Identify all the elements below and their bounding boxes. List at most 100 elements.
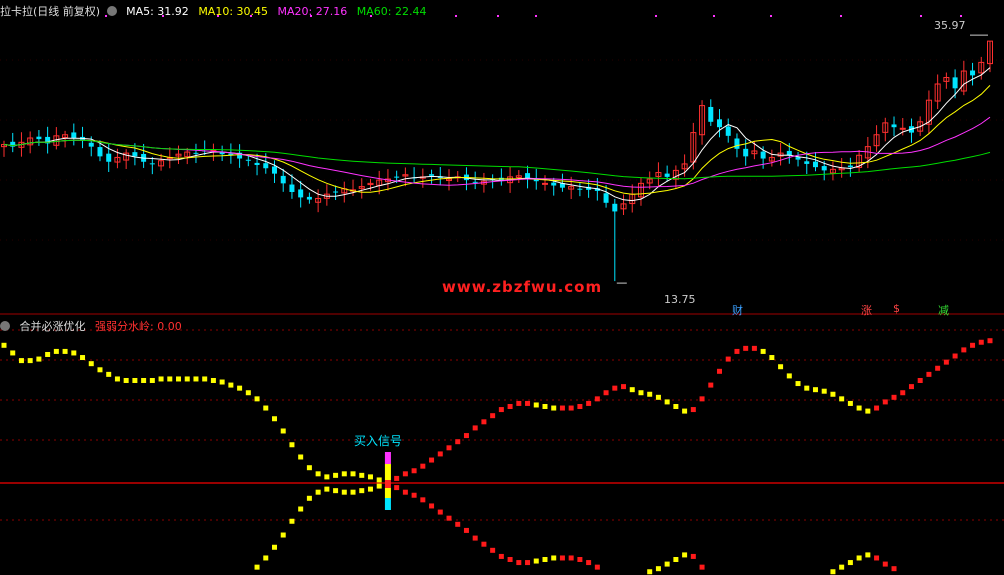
indicator-upper-dot [516, 400, 522, 406]
candle-body [149, 163, 155, 165]
indicator-upper-dot [708, 382, 714, 388]
indicator-lower-dot [542, 557, 548, 562]
indicator-upper-dot [254, 396, 260, 402]
indicator-lower-dot [376, 483, 382, 489]
indicator-upper-dot [106, 371, 112, 377]
indicator-upper-dot [97, 367, 103, 373]
candle-body [97, 147, 103, 157]
indicator-upper-dot [324, 474, 330, 480]
indicator-lower-dot [498, 553, 504, 559]
event-marker [535, 15, 537, 17]
indicator-lower-dot [690, 553, 696, 559]
event-tag-reduce[interactable]: 减 [938, 302, 949, 318]
indicator-lower-dot [507, 557, 513, 562]
indicator-upper-dot [455, 439, 461, 445]
event-marker [655, 15, 657, 17]
indicator-upper-dot [280, 428, 286, 434]
indicator-lower-dot [350, 489, 356, 495]
indicator-lower-dot [263, 555, 269, 561]
event-tag-dollar[interactable]: $ [893, 302, 900, 315]
indicator-lower-dot [874, 555, 880, 561]
indicator-upper-dot [638, 390, 644, 396]
candle-body [429, 174, 435, 176]
indicator-upper-dot [158, 376, 164, 382]
indicator-lower-dot [429, 503, 435, 509]
indicator-upper-dot [612, 385, 618, 391]
candle-body [254, 162, 260, 165]
indicator-upper-dot [647, 391, 653, 397]
candle-body [891, 124, 897, 128]
event-tag-finance[interactable]: 财 [732, 302, 743, 318]
indicator-upper-dot [961, 347, 967, 353]
indicator-upper-dot [900, 390, 906, 396]
indicator-upper-dot [734, 348, 740, 354]
indicator-lower-dot [533, 558, 539, 564]
candle-body [612, 203, 618, 212]
indicator-lower-dot [882, 561, 888, 567]
indicator-upper-dot [970, 342, 976, 348]
indicator-upper-dot [847, 400, 853, 406]
watermark: www.zbzfwu.com [442, 278, 603, 296]
settings-icon[interactable] [106, 6, 117, 16]
indicator-upper-dot [603, 390, 609, 396]
indicator-upper-dot [586, 400, 592, 406]
indicator-upper-dot [725, 356, 731, 362]
indicator-lower-dot [289, 518, 295, 524]
candle-body [394, 176, 400, 178]
indicator-upper-dot [18, 358, 24, 364]
indicator-upper-dot [149, 377, 155, 383]
indicator-upper-dot [411, 468, 417, 474]
buy-signal-bar-yellow3 [384, 488, 391, 498]
candle-body [577, 188, 583, 190]
indicator-upper-dot [943, 359, 949, 365]
indicator-lower-dot [271, 544, 277, 550]
indicator-lower-dot [551, 555, 557, 561]
event-marker [497, 15, 499, 17]
indicator-lower-dot [341, 489, 347, 495]
indicator-upper-dot [533, 402, 539, 408]
indicator-settings-icon[interactable] [0, 321, 10, 331]
indicator-upper-dot [298, 454, 304, 460]
indicator-upper-dot [751, 345, 757, 351]
indicator-upper-dot [219, 379, 225, 385]
indicator-upper-dot [184, 376, 190, 382]
indicator-lower-dot [420, 497, 426, 503]
ma60-legend: MA60: 22.44 [356, 5, 427, 18]
candle-body [734, 138, 740, 149]
indicator-upper-dot [271, 416, 277, 422]
ma5-line [3, 67, 991, 202]
indicator-upper-dot [481, 419, 487, 425]
indicator-upper-dot [682, 408, 688, 414]
candle-body [36, 136, 42, 140]
indicator-upper-dot [402, 471, 408, 477]
event-tag-rise[interactable]: 涨 [861, 302, 872, 318]
indicator-upper-dot [865, 408, 871, 414]
candle-body [298, 189, 304, 198]
indicator-upper-dot [237, 385, 243, 391]
indicator-lower-dot [481, 541, 487, 547]
indicator-lower-dot [682, 552, 688, 558]
indicator-lower-dot [359, 488, 365, 494]
indicator-lower-dot [516, 560, 522, 566]
ma5-legend: MA5: 31.92 [126, 5, 189, 18]
indicator-upper-dot [446, 445, 452, 451]
indicator-upper-dot [830, 391, 836, 397]
indicator-upper-dot [1, 342, 7, 348]
indicator-upper-dot [202, 376, 208, 382]
candle-body [333, 191, 339, 193]
buy-signal-bar-red [384, 480, 391, 488]
candle-body [725, 126, 731, 136]
indicator-lower-dot [559, 555, 565, 561]
event-marker [840, 15, 842, 17]
indicator-lower-dot [472, 535, 478, 541]
indicator-upper-dot [760, 348, 766, 354]
indicator-upper-dot [908, 384, 914, 390]
indicator-upper-dot [263, 405, 269, 411]
candle-body [472, 181, 478, 183]
indicator-upper-dot [542, 404, 548, 409]
indicator-upper-dot [394, 475, 400, 481]
indicator-upper-dot [525, 400, 531, 406]
indicator-upper-dot [62, 348, 68, 354]
candle-body [306, 196, 312, 200]
indicator-lower-dot [699, 564, 705, 570]
